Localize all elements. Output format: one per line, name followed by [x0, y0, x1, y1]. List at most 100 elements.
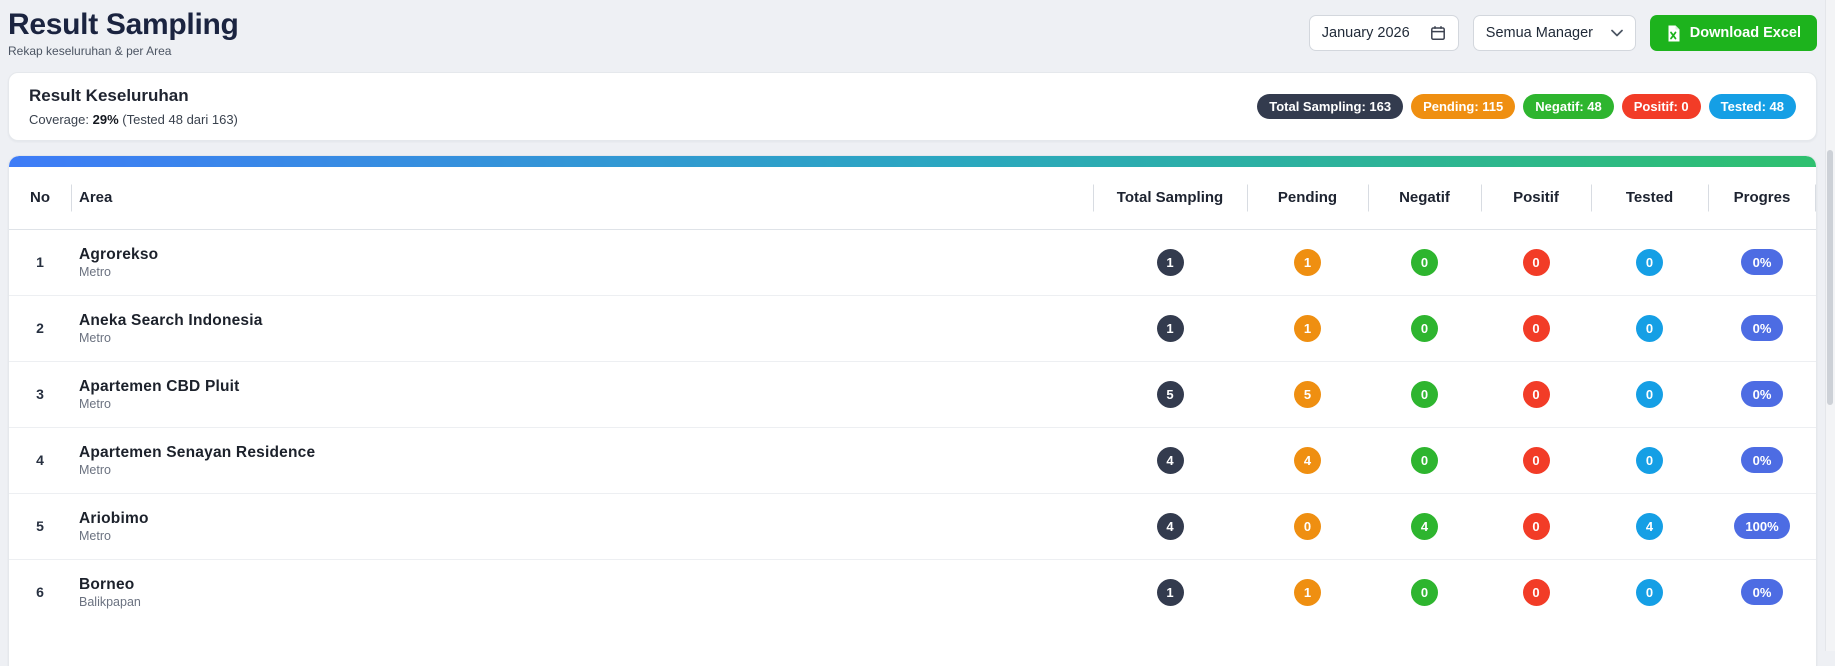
download-excel-label: Download Excel	[1690, 25, 1801, 41]
pending-badge: 1	[1294, 315, 1321, 342]
month-picker[interactable]: January 2026	[1309, 15, 1459, 51]
column-header: No	[9, 167, 71, 230]
table-row: 2 Aneka Search Indonesia Metro 1 1 0 0 0…	[9, 295, 1816, 361]
area-name: Borneo	[79, 576, 1093, 594]
area-location: Metro	[79, 529, 1093, 543]
summary-badges: Total Sampling: 163 Pending: 115 Negatif…	[1257, 94, 1796, 119]
progres-badge: 100%	[1734, 513, 1789, 539]
tested-badge: 0	[1636, 381, 1663, 408]
negatif-badge: 0	[1411, 249, 1438, 276]
row-number: 5	[9, 493, 71, 559]
area-location: Metro	[79, 265, 1093, 279]
area-location: Metro	[79, 331, 1093, 345]
pending-badge: 4	[1294, 447, 1321, 474]
positif-badge: 0	[1523, 513, 1550, 540]
area-cell: Apartemen CBD Pluit Metro	[71, 361, 1093, 427]
positif-badge: 0	[1523, 381, 1550, 408]
download-excel-button[interactable]: Download Excel	[1650, 15, 1817, 51]
row-number: 1	[9, 229, 71, 295]
total-sampling-badge: 1	[1157, 579, 1184, 606]
summary-text: Result Keseluruhan Coverage: 29% (Tested…	[29, 86, 238, 127]
table-row: 3 Apartemen CBD Pluit Metro 5 5 0 0 0 0%	[9, 361, 1816, 427]
area-location: Metro	[79, 463, 1093, 477]
coverage-prefix: Coverage:	[29, 112, 89, 127]
area-name: Ariobimo	[79, 510, 1093, 528]
month-picker-value: January 2026	[1322, 25, 1410, 41]
manager-select-value: Semua Manager	[1486, 25, 1593, 41]
column-header: Pending	[1247, 167, 1368, 230]
negatif-badge: 0	[1411, 579, 1438, 606]
area-name: Apartemen Senayan Residence	[79, 444, 1093, 462]
positif-badge: 0	[1523, 249, 1550, 276]
pending-badge: 1	[1294, 249, 1321, 276]
summary-badge: Positif: 0	[1622, 94, 1701, 119]
row-number: 4	[9, 427, 71, 493]
result-table-card: NoAreaTotal SamplingPendingNegatifPositi…	[8, 155, 1817, 666]
area-cell: Apartemen Senayan Residence Metro	[71, 427, 1093, 493]
column-header: Area	[71, 167, 1093, 230]
negatif-badge: 0	[1411, 381, 1438, 408]
page: Result Sampling Rekap keseluruhan & per …	[0, 0, 1835, 666]
summary-badge: Pending: 115	[1411, 94, 1515, 119]
page-subtitle: Rekap keseluruhan & per Area	[8, 44, 239, 58]
coverage-value: 29%	[93, 112, 119, 127]
area-location: Balikpapan	[79, 595, 1093, 609]
page-scrollbar[interactable]	[1825, 0, 1835, 651]
table-row: 4 Apartemen Senayan Residence Metro 4 4 …	[9, 427, 1816, 493]
area-cell: Agrorekso Metro	[71, 229, 1093, 295]
total-sampling-badge: 4	[1157, 447, 1184, 474]
header-controls: January 2026 Semua Manager	[1309, 15, 1817, 51]
total-sampling-badge: 5	[1157, 381, 1184, 408]
positif-badge: 0	[1523, 315, 1550, 342]
summary-badge: Total Sampling: 163	[1257, 94, 1403, 119]
coverage-detail: (Tested 48 dari 163)	[122, 112, 238, 127]
page-title: Result Sampling	[8, 8, 239, 42]
excel-file-icon	[1666, 25, 1681, 42]
progres-badge: 0%	[1741, 249, 1783, 275]
area-cell: Borneo Balikpapan	[71, 559, 1093, 625]
scrollbar-thumb[interactable]	[1827, 150, 1833, 405]
progres-badge: 0%	[1741, 447, 1783, 473]
summary-badge: Tested: 48	[1709, 94, 1796, 119]
negatif-badge: 0	[1411, 447, 1438, 474]
column-header: Progres	[1708, 167, 1816, 230]
topbar: Result Sampling Rekap keseluruhan & per …	[8, 8, 1817, 58]
table-header-row: NoAreaTotal SamplingPendingNegatifPositi…	[9, 167, 1816, 230]
column-header: Negatif	[1368, 167, 1481, 230]
tested-badge: 0	[1636, 315, 1663, 342]
total-sampling-badge: 1	[1157, 249, 1184, 276]
column-header: Tested	[1591, 167, 1708, 230]
title-block: Result Sampling Rekap keseluruhan & per …	[8, 8, 239, 58]
tested-badge: 0	[1636, 249, 1663, 276]
gradient-bar	[9, 156, 1816, 167]
table-row: 1 Agrorekso Metro 1 1 0 0 0 0%	[9, 229, 1816, 295]
table-body: 1 Agrorekso Metro 1 1 0 0 0 0% 2 Aneka S…	[9, 229, 1816, 625]
row-number: 3	[9, 361, 71, 427]
area-name: Apartemen CBD Pluit	[79, 378, 1093, 396]
tested-badge: 0	[1636, 579, 1663, 606]
area-name: Agrorekso	[79, 246, 1093, 264]
area-location: Metro	[79, 397, 1093, 411]
tested-badge: 0	[1636, 447, 1663, 474]
area-name: Aneka Search Indonesia	[79, 312, 1093, 330]
pending-badge: 5	[1294, 381, 1321, 408]
area-cell: Aneka Search Indonesia Metro	[71, 295, 1093, 361]
table-row: 5 Ariobimo Metro 4 0 4 0 4 100%	[9, 493, 1816, 559]
calendar-icon[interactable]	[1430, 25, 1446, 41]
progres-badge: 0%	[1741, 381, 1783, 407]
coverage-line: Coverage: 29% (Tested 48 dari 163)	[29, 112, 238, 127]
manager-select[interactable]: Semua Manager	[1473, 15, 1636, 51]
summary-card: Result Keseluruhan Coverage: 29% (Tested…	[8, 72, 1817, 141]
area-cell: Ariobimo Metro	[71, 493, 1093, 559]
positif-badge: 0	[1523, 447, 1550, 474]
result-table: NoAreaTotal SamplingPendingNegatifPositi…	[9, 167, 1816, 626]
tested-badge: 4	[1636, 513, 1663, 540]
row-number: 2	[9, 295, 71, 361]
row-number: 6	[9, 559, 71, 625]
column-header: Total Sampling	[1093, 167, 1247, 230]
total-sampling-badge: 1	[1157, 315, 1184, 342]
positif-badge: 0	[1523, 579, 1550, 606]
negatif-badge: 0	[1411, 315, 1438, 342]
total-sampling-badge: 4	[1157, 513, 1184, 540]
chevron-down-icon	[1611, 29, 1623, 37]
